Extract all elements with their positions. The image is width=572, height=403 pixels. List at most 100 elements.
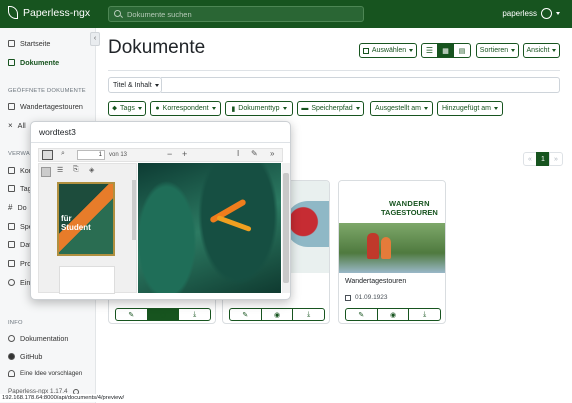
attachments-icon[interactable]: ⎘	[73, 166, 79, 174]
zoom-out-icon[interactable]: −	[167, 149, 172, 159]
page-thumbnail[interactable]: für Student	[57, 182, 115, 256]
document-thumbnail[interactable]: WANDERN TAGESTOUREN	[339, 181, 445, 273]
sidebar-item-suggest-idea[interactable]: Eine Idee vorschlagen	[8, 370, 82, 377]
eye-icon: ◉	[159, 311, 167, 319]
view-button[interactable]: Ansicht	[523, 43, 560, 58]
title-content-select[interactable]: Titel & Inhalt	[108, 77, 162, 93]
person-icon	[8, 167, 15, 174]
pdf-page-view[interactable]	[138, 163, 281, 293]
sidebar-item-logs[interactable]: Pro	[8, 259, 31, 268]
sidebar-item-tags[interactable]: Tag	[8, 184, 32, 193]
search-icon[interactable]: ⌕	[61, 150, 65, 158]
select-button[interactable]: Auswählen	[359, 43, 417, 58]
scrollbar-thumb[interactable]	[283, 173, 289, 283]
sort-label: Sortieren	[479, 47, 509, 54]
view-small-cards-button[interactable]: ▦	[437, 43, 454, 58]
filter-added-button[interactable]: Hinzugefügt am	[437, 101, 503, 116]
sidebar-scrollbar[interactable]	[132, 180, 136, 240]
chevron-down-icon	[409, 49, 414, 52]
list-icon	[8, 241, 15, 248]
pager-prev[interactable]: «	[523, 152, 537, 166]
cards-icon: ▤	[458, 47, 466, 55]
sidebar-item-documentation[interactable]: Dokumentation	[8, 334, 68, 343]
page-title: Dokumente	[108, 37, 206, 58]
sidebar-item-document-types[interactable]: # Do	[8, 203, 27, 212]
sidebar-toggle-icon[interactable]	[42, 150, 53, 160]
divider	[31, 142, 290, 143]
search-input[interactable]: Dokumente suchen	[108, 6, 364, 22]
file-icon: ▮	[231, 105, 236, 113]
download-button[interactable]: ⤓	[409, 309, 440, 320]
user-avatar-icon	[541, 8, 552, 19]
pager-next[interactable]: »	[549, 152, 563, 166]
sidebar-item-label: All	[17, 121, 26, 130]
hiker-figure	[367, 233, 379, 259]
tag-icon	[8, 185, 15, 192]
filter-doctype-button[interactable]: ▮ Dokumenttyp	[225, 101, 293, 116]
filter-tags-button[interactable]: ⬥ Tags	[108, 101, 146, 116]
chevron-down-icon	[423, 107, 428, 110]
document-icon	[8, 103, 15, 110]
sort-button[interactable]: Sortieren	[476, 43, 519, 58]
sidebar-item-saved-views[interactable]: Dat	[8, 240, 31, 249]
layers-icon[interactable]: ◈	[89, 166, 94, 174]
search-placeholder: Dokumente suchen	[127, 10, 192, 19]
filter-label: Korrespondent	[162, 105, 209, 112]
preview-button[interactable]: ◉	[378, 309, 410, 320]
gear-icon	[8, 279, 15, 286]
filter-correspondent-button[interactable]: ● Korrespondent	[150, 101, 221, 116]
sidebar-item-startseite[interactable]: Startseite	[8, 39, 50, 48]
sidebar-item-settings[interactable]: Ein	[8, 278, 30, 287]
view-large-cards-button[interactable]: ▤	[453, 43, 471, 58]
chevron-down-icon	[154, 83, 159, 87]
leaf-icon	[8, 6, 18, 19]
edit-button[interactable]: ✎	[116, 309, 148, 320]
outline-view-icon[interactable]: ☰	[57, 166, 63, 174]
page-thumbnail[interactable]	[59, 266, 115, 294]
status-url: 192.168.178.64:8000/api/documents/4/prev…	[0, 394, 127, 402]
sidebar-collapse-button[interactable]: ‹	[90, 32, 100, 46]
checkbox-icon	[362, 47, 369, 54]
edit-button[interactable]: ✎	[346, 309, 378, 320]
sidebar-item-github[interactable]: GitHub	[8, 352, 42, 361]
page-scrollbar[interactable]	[282, 163, 290, 293]
chevron-down-icon	[211, 107, 216, 110]
close-icon[interactable]: ×	[8, 121, 13, 130]
folder-icon: ▬	[301, 105, 309, 112]
thumbnails-view-icon[interactable]	[41, 167, 51, 177]
page-number-input[interactable]: 1	[77, 150, 105, 160]
open-documents-header: GEÖFFNETE DOKUMENTE	[8, 88, 86, 94]
filter-label: Hinzugefügt am	[441, 105, 492, 112]
text-cursor-icon[interactable]: I	[237, 149, 239, 158]
filter-label: Ausgestellt am	[375, 105, 421, 112]
more-tools-icon[interactable]: »	[270, 149, 274, 158]
sidebar-item-wandertagestouren[interactable]: Wandertagestouren	[8, 102, 83, 111]
download-button[interactable]: ⤓	[293, 309, 324, 320]
preview-button[interactable]: ◉	[262, 309, 294, 320]
document-card[interactable]: WANDERN TAGESTOUREN Wandertagestouren 01…	[338, 180, 446, 324]
sidebar-item-dokumente[interactable]: Dokumente	[8, 58, 59, 67]
preview-title: wordtest3	[39, 127, 76, 137]
zoom-in-icon[interactable]: +	[182, 149, 187, 159]
draw-icon[interactable]: ✎	[251, 149, 258, 158]
view-table-button[interactable]: ☰	[421, 43, 438, 58]
eye-icon: ◉	[389, 311, 397, 319]
person-icon: ●	[155, 105, 160, 112]
chevron-down-icon	[494, 107, 499, 110]
preview-button[interactable]: ◉	[147, 309, 180, 320]
filter-storage-path-button[interactable]: ▬ Speicherpfad	[297, 101, 364, 116]
logs-icon	[8, 260, 15, 267]
sidebar-item-all[interactable]: × All	[8, 121, 26, 130]
edit-button[interactable]: ✎	[230, 309, 262, 320]
thumbnail-sidebar: ☰ ⎘ ◈ für Student	[38, 163, 137, 294]
hash-icon: #	[8, 203, 13, 212]
user-menu[interactable]: paperless	[502, 8, 560, 19]
pdf-toolbar: ⌕ 1 von 13 − + I ✎ »	[38, 148, 283, 162]
sidebar-item-correspondents[interactable]: Kor	[8, 166, 31, 175]
title-filter-input[interactable]	[161, 77, 560, 93]
filter-created-button[interactable]: Ausgestellt am	[370, 101, 433, 116]
download-button[interactable]: ⤓	[179, 309, 210, 320]
calendar-icon	[345, 294, 351, 301]
app-logo[interactable]: Paperless-ngx	[8, 6, 90, 19]
pager-page-1[interactable]: 1	[536, 152, 550, 166]
